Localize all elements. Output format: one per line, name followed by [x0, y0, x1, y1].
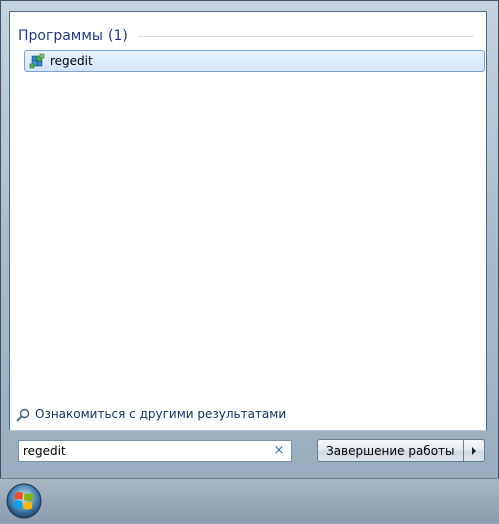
- section-count: (1): [107, 28, 128, 44]
- result-item-regedit[interactable]: regedit: [24, 50, 485, 72]
- see-more-results-label: Ознакомиться с другими результатами: [35, 407, 287, 421]
- shutdown-options-button[interactable]: [463, 439, 485, 462]
- windows-logo-icon: [6, 483, 42, 519]
- result-item-label: regedit: [50, 54, 93, 68]
- section-title: Программы: [18, 28, 103, 44]
- programs-section-header: Программы (1): [18, 26, 474, 46]
- clear-search-icon[interactable]: ×: [273, 444, 285, 458]
- regedit-icon: [29, 53, 45, 69]
- search-box[interactable]: ×: [18, 440, 292, 462]
- taskbar: [0, 478, 499, 522]
- search-icon: [16, 407, 30, 422]
- search-input[interactable]: [23, 444, 263, 458]
- see-more-results-link[interactable]: Ознакомиться с другими результатами: [16, 405, 286, 423]
- start-button[interactable]: [4, 482, 44, 520]
- shutdown-button[interactable]: Завершение работы: [317, 439, 464, 462]
- shutdown-split-button: Завершение работы: [317, 439, 485, 462]
- section-divider: [137, 35, 474, 37]
- chevron-right-icon: [471, 446, 476, 455]
- start-menu: Программы (1) regedit Ознакомиться с дру…: [0, 0, 499, 478]
- search-results-pane: Программы (1) regedit Ознакомиться с дру…: [9, 11, 487, 431]
